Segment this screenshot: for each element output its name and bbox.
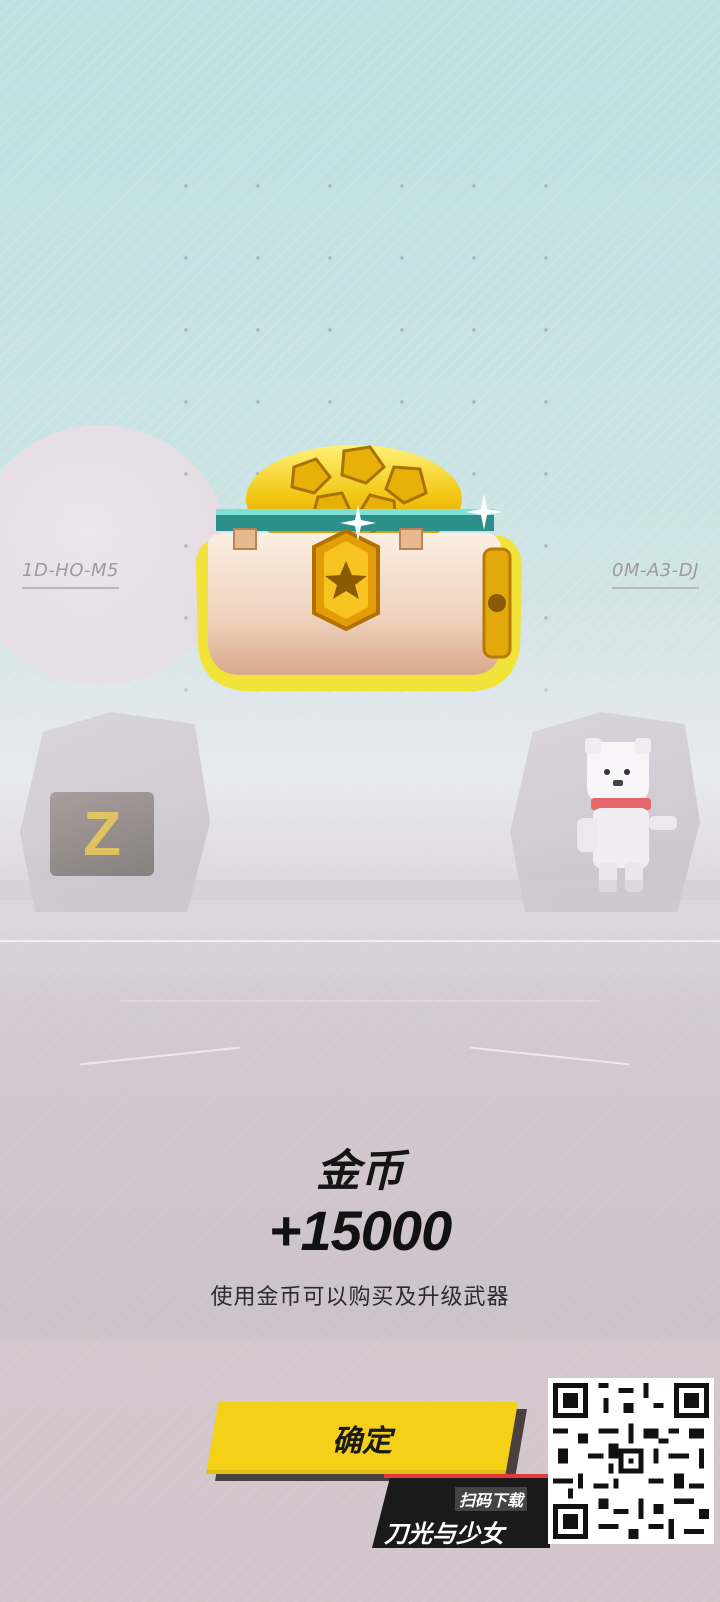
promo-scan-label: 扫码下载	[455, 1487, 528, 1511]
z-block-letter: Z	[83, 799, 121, 869]
left-code-label: 1D-HO-M5	[22, 560, 119, 589]
promo-accent-line	[384, 1474, 550, 1478]
z-block-icon: Z	[50, 792, 154, 876]
confirm-button-label: 确定	[332, 1425, 392, 1458]
reward-amount: +15000	[268, 1199, 452, 1262]
gold-coin-chest-icon	[195, 445, 523, 691]
reward-item-name: 金币	[316, 1147, 404, 1196]
confirm-button[interactable]: 确定	[206, 1402, 518, 1474]
sparkle-icon	[340, 505, 376, 541]
arena-floor	[0, 880, 720, 1340]
promo-game-title: 刀光与少女	[384, 1521, 504, 1548]
floor-line	[470, 1046, 630, 1066]
right-code-label: 0M-A3-DJ	[612, 560, 699, 589]
polar-bear-figure-icon	[577, 738, 677, 892]
reward-description: 使用金币可以购买及升级武器	[210, 1284, 510, 1309]
sparkle-icon	[466, 494, 502, 530]
qr-code-icon[interactable]	[548, 1378, 714, 1544]
floor-line	[80, 1046, 240, 1066]
floor-line	[0, 940, 720, 942]
floor-line	[120, 1000, 600, 1002]
